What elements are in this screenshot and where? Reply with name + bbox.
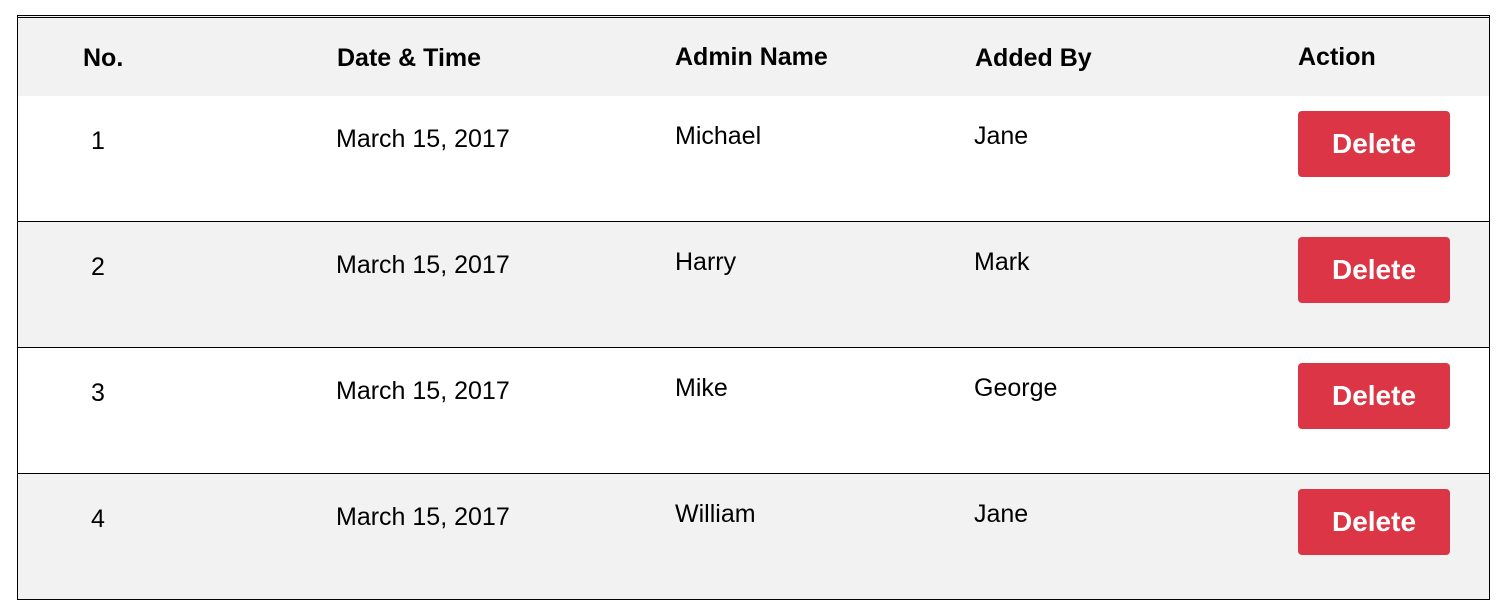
column-header-action: Action	[1298, 43, 1376, 71]
admins-table: No. Date & Time Admin Name Added By Acti…	[17, 15, 1490, 600]
row-date-time: March 15, 2017	[336, 377, 510, 405]
row-added-by: George	[974, 374, 1058, 402]
column-header-no: No.	[83, 44, 124, 72]
delete-button[interactable]: Delete	[1298, 111, 1450, 177]
row-added-by: Jane	[974, 122, 1029, 150]
delete-button[interactable]: Delete	[1298, 237, 1450, 303]
table-row: 3 March 15, 2017 Mike George Delete	[18, 347, 1489, 473]
row-admin-name: Harry	[675, 248, 737, 276]
row-admin-name: William	[675, 500, 756, 528]
row-number: 4	[91, 505, 105, 533]
row-added-by: Mark	[974, 248, 1030, 276]
row-date-time: March 15, 2017	[336, 125, 510, 153]
row-admin-name: Mike	[675, 374, 728, 402]
table-header: No. Date & Time Admin Name Added By Acti…	[18, 15, 1489, 99]
row-number: 1	[91, 127, 105, 155]
table-row: 4 March 15, 2017 William Jane Delete	[18, 473, 1489, 599]
row-admin-name: Michael	[675, 122, 762, 150]
row-number: 3	[91, 379, 105, 407]
delete-button[interactable]: Delete	[1298, 489, 1450, 555]
row-number: 2	[91, 253, 105, 281]
column-header-added-by: Added By	[975, 44, 1092, 72]
column-header-date-time: Date & Time	[337, 44, 482, 72]
column-header-admin-name: Admin Name	[675, 43, 828, 71]
row-added-by: Jane	[974, 500, 1029, 528]
row-date-time: March 15, 2017	[336, 503, 510, 531]
row-date-time: March 15, 2017	[336, 251, 510, 279]
delete-button[interactable]: Delete	[1298, 363, 1450, 429]
table-row: 1 March 15, 2017 Michael Jane Delete	[18, 96, 1489, 222]
table-row: 2 March 15, 2017 Harry Mark Delete	[18, 221, 1489, 347]
